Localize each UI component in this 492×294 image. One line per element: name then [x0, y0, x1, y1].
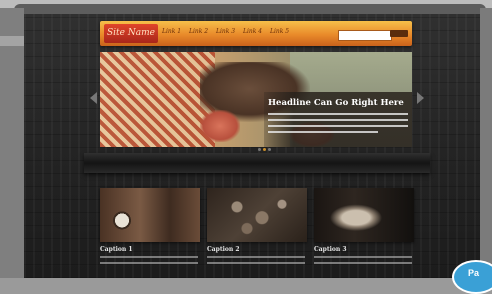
feature-caption-3: Caption 3: [314, 246, 347, 253]
feature-image-flowers[interactable]: [207, 188, 307, 242]
nav-link-3[interactable]: Link 3: [216, 28, 235, 35]
nav-link-1[interactable]: Link 1: [162, 28, 181, 35]
nav-link-4[interactable]: Link 4: [243, 28, 262, 35]
hero-text-line: [268, 125, 408, 127]
slider-prev-icon[interactable]: [90, 92, 97, 104]
section-divider: [84, 153, 430, 173]
slider-next-icon[interactable]: [417, 92, 424, 104]
search-input[interactable]: [338, 30, 392, 41]
feature-text-line: [100, 256, 198, 258]
feature-caption-1: Caption 1: [100, 246, 133, 253]
hero-quilt: [100, 52, 215, 147]
feature-text-line: [207, 256, 305, 258]
right-gutter: [480, 8, 492, 278]
hero-text-line: [268, 119, 408, 121]
slider-dot-active[interactable]: [263, 148, 266, 151]
feature-image-machinery[interactable]: [100, 188, 200, 242]
hero-foot: [200, 110, 240, 142]
nav-link-5[interactable]: Link 5: [270, 28, 289, 35]
hero-headline: Headline Can Go Right Here: [268, 98, 404, 108]
feature-text-line: [207, 262, 305, 264]
feature-text-line: [314, 262, 412, 264]
left-gutter: [0, 8, 24, 278]
slider-dot[interactable]: [268, 148, 271, 151]
feature-image-portrait[interactable]: [314, 188, 414, 242]
site-logo[interactable]: Site Name: [104, 24, 158, 43]
corner-badge[interactable]: Pa: [452, 260, 492, 294]
search-button[interactable]: [390, 30, 408, 37]
feature-text-line: [100, 262, 198, 264]
nav-link-2[interactable]: Link 2: [189, 28, 208, 35]
slider-dot[interactable]: [258, 148, 261, 151]
hero-text-line: [268, 113, 408, 115]
feature-caption-2: Caption 2: [207, 246, 240, 253]
feature-text-line: [314, 256, 412, 258]
hero-text-line: [268, 131, 378, 133]
left-gutter-notch: [0, 36, 24, 46]
